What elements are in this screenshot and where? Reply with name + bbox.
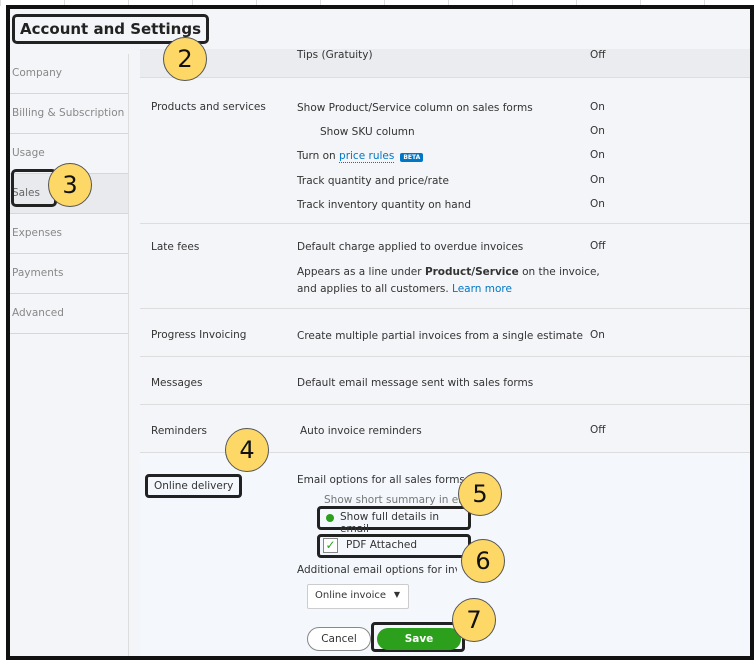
section-online-delivery: Online delivery Email options for all sa… [140, 453, 750, 656]
row-status: On [590, 198, 605, 210]
cancel-button[interactable]: Cancel [307, 627, 371, 651]
section-progress[interactable]: Progress Invoicing Create multiple parti… [140, 309, 750, 357]
row-desc: Default email message sent with sales fo… [297, 377, 534, 389]
section-label: Late fees [151, 241, 200, 253]
row-status: On [590, 125, 605, 137]
section-label: Reminders [151, 425, 207, 437]
save-button[interactable]: Save [377, 628, 461, 650]
section-late-fees[interactable]: Late fees Default charge applied to over… [140, 224, 750, 309]
row-desc: Track inventory quantity on hand [297, 199, 472, 211]
settings-window: Company Billing & Subscription Usage Sal… [6, 5, 754, 660]
annotation-step-7: 7 [452, 598, 496, 642]
row-status: Off [590, 424, 606, 436]
row-desc: Create multiple partial invoices from a … [297, 330, 583, 342]
chevron-down-icon: ▼ [393, 590, 400, 599]
row-desc: Track quantity and price/rate [297, 175, 450, 187]
sidebar-item-company[interactable]: Company [10, 54, 128, 94]
additional-options-label: Additional email options for invoices [297, 564, 457, 576]
tips-desc: Tips (Gratuity) [297, 49, 373, 61]
section-label: Products and services [151, 101, 266, 113]
row-status: On [590, 174, 605, 186]
radio-full-details[interactable]: Show full details in email [317, 506, 471, 535]
note: on the invoice, [518, 266, 600, 278]
section-tips[interactable]: Tips (Gratuity) Off [140, 49, 750, 78]
note-bold: Product/Service [424, 266, 519, 278]
sidebar-item-payments[interactable]: Payments [10, 254, 128, 294]
radio-label: Show full details in email [340, 511, 440, 535]
pdf-attached-checkbox[interactable]: ✓ PDF Attached [317, 534, 471, 558]
annotation-step-5: 5 [458, 472, 502, 516]
radio-selected-icon [326, 514, 334, 522]
row-desc: Default charge applied to overdue invoic… [297, 241, 524, 253]
note: and applies to all customers. [297, 283, 453, 295]
row-desc: Show SKU column [320, 126, 415, 138]
tips-status: Off [590, 49, 606, 61]
price-rules-link[interactable]: price rules [339, 150, 395, 163]
note: Appears as a line under [297, 266, 425, 278]
section-label: Online delivery [145, 474, 243, 498]
row-status: On [590, 101, 605, 113]
row-desc: Show Product/Service column on sales for… [297, 102, 533, 114]
learn-more-link[interactable]: Learn more [452, 283, 512, 295]
row-desc: Auto invoice reminders [300, 425, 422, 437]
beta-badge: BETA [400, 153, 424, 162]
sidebar-item-expenses[interactable]: Expenses [10, 214, 128, 254]
annotation-step-4: 4 [225, 428, 269, 472]
checkmark-icon: ✓ [323, 538, 338, 553]
sidebar: Company Billing & Subscription Usage Sal… [10, 54, 129, 656]
sidebar-item-advanced[interactable]: Advanced [10, 294, 128, 334]
section-label: Progress Invoicing [151, 329, 247, 341]
annotation-step-6: 6 [461, 539, 505, 583]
email-options-select[interactable]: Online invoice ▼ [307, 584, 409, 609]
email-options-label: Email options for all sales forms [297, 474, 465, 486]
select-value: Online invoice [315, 590, 387, 601]
row-desc: Turn on [297, 150, 336, 162]
section-messages[interactable]: Messages Default email message sent with… [140, 357, 750, 405]
row-status: Off [590, 240, 606, 252]
annotation-step-2: 2 [163, 37, 207, 81]
checkbox-label: PDF Attached [346, 539, 418, 551]
row-status: On [590, 329, 605, 341]
section-products[interactable]: Products and services Show Product/Servi… [140, 78, 750, 224]
section-label: Messages [151, 377, 203, 389]
row-status: On [590, 149, 605, 161]
sidebar-item-billing[interactable]: Billing & Subscription [10, 94, 128, 134]
annotation-step-3: 3 [48, 163, 92, 207]
sales-settings: Tips (Gratuity) Off Products and service… [140, 49, 750, 656]
